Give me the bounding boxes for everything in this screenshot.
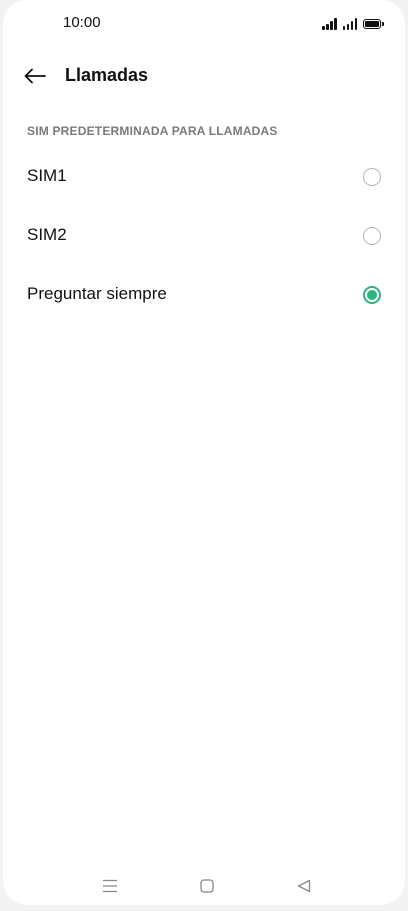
option-label: SIM2 <box>27 225 67 244</box>
status-bar: 10:00 <box>3 0 405 44</box>
battery-icon <box>363 19 384 29</box>
back-triangle-icon <box>297 879 311 893</box>
radio-sim1[interactable] <box>363 168 381 186</box>
app-bar: Llamadas <box>3 54 405 98</box>
radio-sim2[interactable] <box>363 227 381 245</box>
navigation-bar <box>3 866 405 905</box>
nav-home-button[interactable] <box>195 874 219 898</box>
page-title: Llamadas <box>65 65 149 85</box>
option-sim1[interactable]: SIM1 <box>3 148 405 206</box>
screen: 10:00 Llamadas SIM PREDETERMINADA PARA L… <box>3 0 405 905</box>
signal-sim1-icon <box>322 18 337 30</box>
section-header: SIM PREDETERMINADA PARA LLAMADAS <box>27 124 278 138</box>
option-ask-always[interactable]: Preguntar siempre <box>3 266 405 324</box>
menu-icon <box>103 879 117 893</box>
signal-sim2-icon <box>342 18 357 30</box>
nav-menu-button[interactable] <box>98 874 122 898</box>
option-sim2[interactable]: SIM2 <box>3 207 405 265</box>
home-icon <box>200 879 214 893</box>
nav-back-button[interactable] <box>292 874 316 898</box>
option-label: SIM1 <box>27 166 67 185</box>
arrow-left-icon <box>24 68 46 84</box>
option-label: Preguntar siempre <box>27 284 167 303</box>
status-icons <box>322 14 384 30</box>
status-time: 10:00 <box>63 14 101 31</box>
back-button[interactable] <box>21 62 49 90</box>
radio-ask-always[interactable] <box>363 286 381 304</box>
